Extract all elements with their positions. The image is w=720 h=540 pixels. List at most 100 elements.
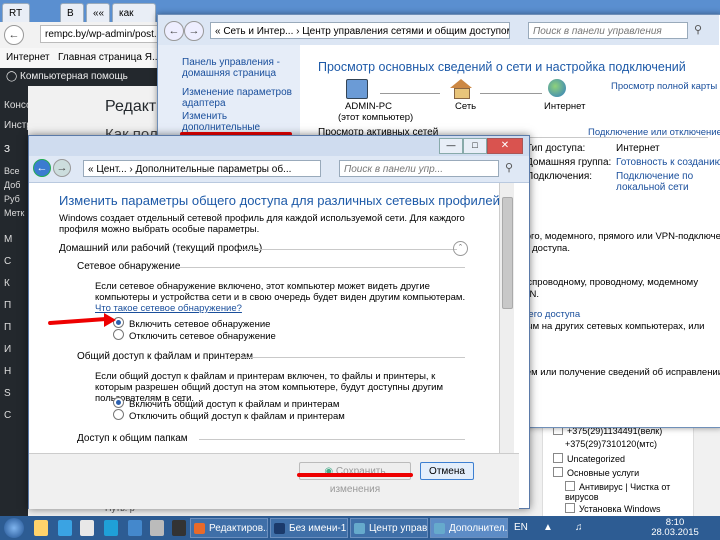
sidebar-item[interactable]: К	[4, 278, 10, 289]
dialog-intro: Windows создает отдельный сетевой профил…	[59, 213, 465, 235]
taskbar-item-advanced-sharing[interactable]: Дополнител...	[430, 518, 508, 538]
pc-name: ADMIN-PC	[345, 101, 392, 112]
wordpress-icon[interactable]: ◯	[6, 68, 17, 86]
category-item[interactable]: Антивирус | Чистка от вирусов	[565, 481, 685, 502]
back-icon[interactable]: ←	[164, 21, 184, 41]
sidebar-item[interactable]: П	[4, 322, 11, 333]
folder-icon[interactable]	[34, 520, 48, 536]
back-icon[interactable]: ←	[33, 159, 51, 177]
globe-icon	[548, 79, 566, 97]
category-item[interactable]: Установка Windows	[565, 503, 661, 514]
pc-subtitle: (этот компьютер)	[338, 112, 414, 123]
app-icon[interactable]	[172, 520, 186, 536]
task-text: онного, модемного, прямого или VPN-подкл…	[510, 231, 720, 242]
sidebar-item-seo[interactable]: Инструменты SEO	[4, 120, 28, 131]
collapse-icon[interactable]: ˆ	[453, 241, 468, 256]
browser-tab[interactable]: ««	[86, 3, 110, 22]
sidebar-item[interactable]: Н	[4, 366, 11, 377]
close-button[interactable]: ✕	[487, 138, 523, 154]
adapter-settings-link[interactable]: Изменение параметров адаптера	[182, 87, 292, 109]
radio-selected-icon[interactable]	[113, 397, 124, 408]
checkbox-icon[interactable]	[553, 453, 563, 463]
link-line	[380, 93, 440, 94]
ie-icon[interactable]	[58, 520, 72, 536]
browser-tab[interactable]: как	[112, 3, 156, 22]
browser-tab[interactable]: RT	[2, 3, 30, 22]
scrollbar-thumb[interactable]	[502, 197, 513, 309]
category-item[interactable]: Основные услуги	[553, 467, 639, 478]
firefox-icon	[194, 523, 205, 534]
radio-icon[interactable]	[113, 409, 124, 420]
sidebar-item[interactable]: С	[4, 256, 11, 267]
internet-label: Интернет	[544, 101, 586, 112]
app-icon[interactable]	[128, 520, 142, 536]
network-center-heading: Просмотр основных сведений о сети и наст…	[318, 60, 686, 74]
homegroup-link[interactable]: Готовность к созданию	[616, 157, 720, 168]
minimize-button[interactable]: —	[439, 138, 463, 154]
checkbox-icon[interactable]	[565, 481, 575, 491]
divider	[239, 249, 457, 250]
scrollbar[interactable]	[499, 183, 514, 453]
save-button[interactable]: ◉ Сохранить изменения	[299, 462, 411, 495]
task-text: облем или получение сведений об исправле…	[510, 367, 720, 378]
full-map-link[interactable]: Просмотр полной карты	[611, 81, 717, 92]
address-bar[interactable]: rempc.by/wp-admin/post.php?	[40, 25, 160, 43]
control-panel-home-link[interactable]: Панель управления - домашняя страница	[182, 57, 292, 79]
connection-link[interactable]: Подключение по локальной сети	[616, 171, 712, 193]
search-input[interactable]: Поиск в панели упр...	[339, 160, 499, 177]
app-icon[interactable]	[150, 520, 164, 536]
search-icon[interactable]: ⚲	[505, 161, 513, 174]
sharing-heading: Общий доступ к файлам и принтерам	[77, 351, 254, 362]
divider	[229, 357, 465, 358]
sidebar-subitem[interactable]: Метк	[4, 208, 24, 218]
app-icon[interactable]	[80, 520, 94, 536]
bookmark-item[interactable]: Интернет	[6, 48, 50, 68]
volume-icon[interactable]: ♫	[575, 522, 583, 533]
forward-icon[interactable]: →	[184, 21, 204, 41]
profile-header[interactable]: Домашний или рабочий (текущий профиль)	[59, 243, 262, 254]
skype-icon[interactable]	[104, 520, 118, 536]
taskbar-item-firefox[interactable]: Редактиров...	[190, 518, 268, 538]
clock[interactable]: 8:10 28.03.2015	[650, 518, 700, 538]
address-bar[interactable]: « Сеть и Интер... › Центр управления сет…	[210, 22, 510, 39]
taskbar-item-network-center[interactable]: Центр управ...	[350, 518, 428, 538]
sidebar-item-dashboard[interactable]: Консоль	[4, 100, 28, 111]
address-bar[interactable]: « Цент... › Дополнительные параметры об.…	[83, 160, 321, 177]
discovery-help-link[interactable]: Что такое сетевое обнаружение?	[95, 303, 242, 314]
search-icon[interactable]: ⚲	[694, 23, 702, 36]
sidebar-subitem[interactable]: Руб	[4, 194, 20, 204]
taskbar-item-photoshop[interactable]: Без имени-1...	[270, 518, 348, 538]
sidebar-item-posts[interactable]: З	[4, 144, 10, 155]
start-button[interactable]	[4, 518, 24, 538]
forward-icon[interactable]: →	[53, 159, 71, 177]
dialog-footer: ◉ Сохранить изменения Отмена	[29, 453, 519, 509]
browser-tab[interactable]: B	[60, 3, 84, 22]
checkbox-icon[interactable]	[553, 467, 563, 477]
site-name[interactable]: Компьютерная помощь	[20, 68, 128, 86]
cancel-button[interactable]: Отмена	[420, 462, 474, 480]
sidebar-item[interactable]: М	[4, 234, 12, 245]
checkbox-icon[interactable]	[565, 503, 575, 513]
language-indicator[interactable]: EN	[514, 522, 528, 533]
category-item[interactable]: +375(29)7310120(мтс)	[565, 439, 657, 449]
sidebar-item[interactable]: С	[4, 410, 11, 421]
radio-icon[interactable]	[113, 329, 124, 340]
sidebar-item[interactable]: И	[4, 344, 11, 355]
tray-icons[interactable]: ▲	[543, 522, 553, 533]
search-input[interactable]: Поиск в панели управления	[528, 22, 688, 39]
sidebar-subitem[interactable]: Доб	[4, 180, 20, 190]
maximize-button[interactable]: □	[463, 138, 487, 154]
sidebar-subitem[interactable]: Все	[4, 166, 20, 176]
sidebar-item[interactable]: S	[4, 388, 11, 399]
network-icon	[434, 523, 445, 534]
divider	[199, 439, 465, 440]
category-item[interactable]: Uncategorized	[553, 453, 625, 464]
bookmark-item[interactable]: Главная страница Я...	[58, 48, 160, 68]
discovery-off-radio[interactable]: Отключить сетевое обнаружение	[113, 329, 276, 342]
network-label: Сеть	[455, 101, 477, 112]
wp-sidebar: Консоль Инструменты SEO З Все Доб Руб Ме…	[0, 86, 28, 516]
back-icon[interactable]: ←	[4, 25, 24, 45]
dialog-titlebar: — □ ✕	[29, 136, 529, 156]
sidebar-item[interactable]: П	[4, 300, 11, 311]
sharing-off-radio[interactable]: Отключить общий доступ к файлам и принте…	[113, 409, 345, 422]
